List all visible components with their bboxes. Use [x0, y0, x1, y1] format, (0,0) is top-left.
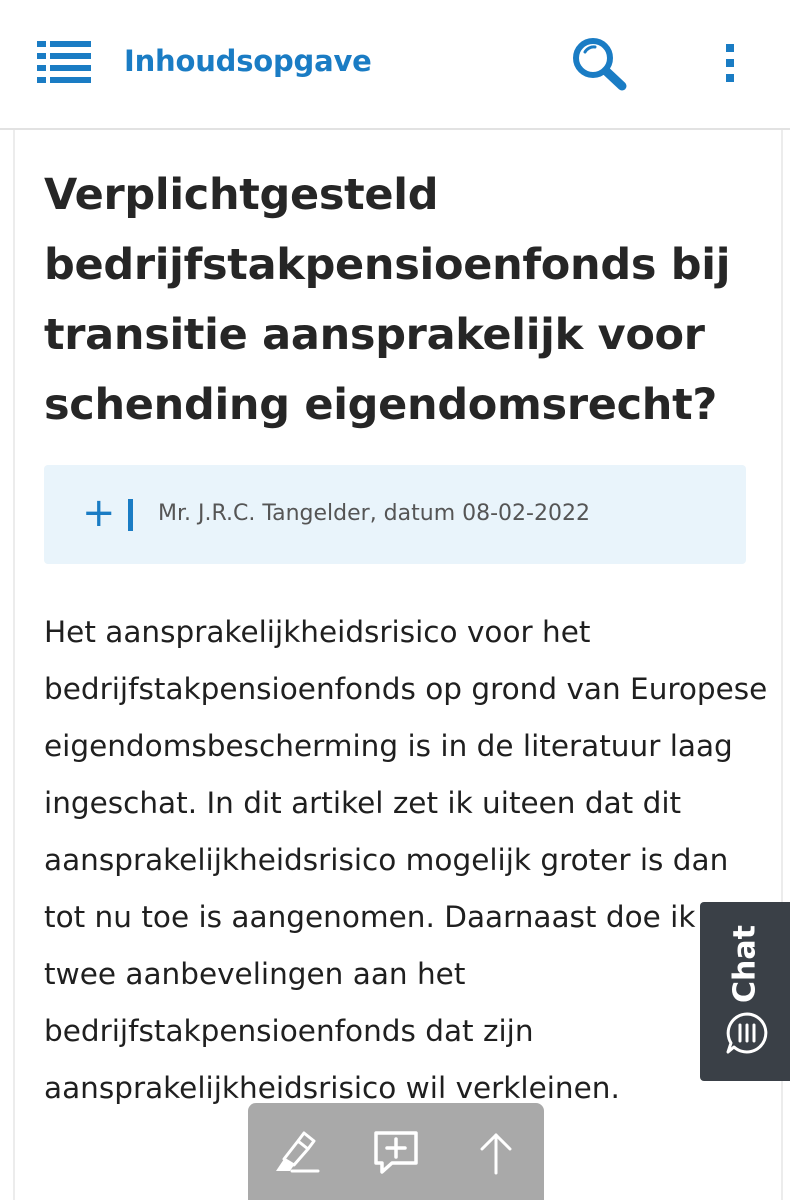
- table-of-contents-link[interactable]: Inhoudsopgave: [124, 44, 372, 78]
- author-divider: [128, 499, 133, 531]
- author-and-date: Mr. J.R.C. Tangelder, datum 08-02-2022: [158, 501, 590, 526]
- article-intro: Het aansprakelijkheidsrisico voor het be…: [44, 615, 768, 1105]
- chat-tab-button[interactable]: Chat: [700, 902, 790, 1081]
- highlighter-icon[interactable]: [270, 1127, 322, 1179]
- chat-label: Chat: [727, 925, 763, 1003]
- add-comment-icon[interactable]: [370, 1127, 422, 1179]
- article-title: Verplichtgesteld bedrijfstakpensioenfond…: [44, 170, 731, 430]
- expand-plus-icon[interactable]: +: [82, 488, 116, 538]
- more-vertical-icon[interactable]: [716, 42, 744, 84]
- search-icon[interactable]: [570, 36, 628, 92]
- chat-bubble-icon: [724, 1010, 770, 1056]
- top-bar: Inhoudsopgave: [0, 0, 790, 130]
- arrow-up-icon[interactable]: [470, 1127, 522, 1179]
- annotation-toolbar: [248, 1103, 544, 1200]
- author-info-box[interactable]: + Mr. J.R.C. Tangelder, datum 08-02-2022: [44, 465, 746, 564]
- hamburger-menu-icon[interactable]: [37, 40, 91, 84]
